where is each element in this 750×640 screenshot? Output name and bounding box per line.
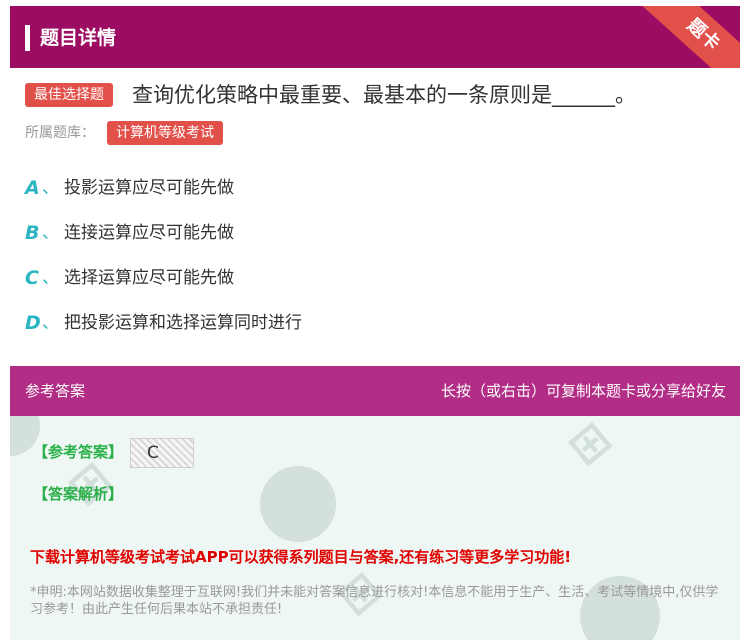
question-type-badge: 最佳选择题 bbox=[25, 83, 113, 107]
option-text: 把投影运算和选择运算同时进行 bbox=[64, 313, 302, 333]
share-hint: 长按（或右击）可复制本题卡或分享给好友 bbox=[440, 382, 726, 400]
option-separator: 、 bbox=[42, 178, 59, 198]
question-text: 查询优化策略中最重要、最基本的一条原则是______。 bbox=[132, 83, 636, 107]
analysis-label: 【答案解析】 bbox=[33, 485, 124, 503]
answer-header: 参考答案 长按（或右击）可复制本题卡或分享给好友 bbox=[10, 366, 740, 416]
option-text: 选择运算应尽可能先做 bbox=[64, 268, 234, 288]
option-separator: 、 bbox=[42, 268, 59, 288]
options-list: A 、 投影运算应尽可能先做 B 、 连接运算应尽可能先做 C 、 选择运算应尽… bbox=[25, 172, 725, 352]
option-separator: 、 bbox=[42, 313, 59, 333]
header-accent-bar bbox=[25, 25, 30, 51]
option-a[interactable]: A 、 投影运算应尽可能先做 bbox=[25, 172, 725, 217]
watermark-logo-icon bbox=[260, 466, 336, 542]
option-letter: A bbox=[25, 177, 40, 199]
option-letter: C bbox=[25, 267, 39, 289]
answer-section-title: 参考答案 bbox=[25, 382, 86, 400]
question-block: 最佳选择题 查询优化策略中最重要、最基本的一条原则是______。 bbox=[25, 80, 740, 110]
card-ribbon[interactable]: 题卡 bbox=[634, 6, 740, 68]
detail-header: 题目详情 题卡 bbox=[10, 6, 740, 68]
bank-link[interactable]: 计算机等级考试 bbox=[107, 121, 223, 145]
disclaimer-text: *申明:本网站数据收集整理于互联网!我们并未能对答案信息进行核对!本信息不能用于… bbox=[30, 585, 719, 617]
option-c[interactable]: C 、 选择运算应尽可能先做 bbox=[25, 262, 725, 307]
option-text: 连接运算应尽可能先做 bbox=[64, 223, 234, 243]
bank-label: 所属题库： bbox=[25, 125, 95, 141]
page-title: 题目详情 bbox=[40, 27, 117, 49]
reference-answer-label: 【参考答案】 bbox=[33, 443, 124, 461]
watermark-glyph-icon: ⊞ bbox=[557, 416, 622, 477]
option-separator: 、 bbox=[42, 223, 59, 243]
option-letter: B bbox=[25, 222, 40, 244]
option-d[interactable]: D 、 把投影运算和选择运算同时进行 bbox=[25, 307, 725, 352]
app-promo-link[interactable]: 下载计算机等级考试考试APP可以获得系列题目与答案,还有练习等更多学习功能! bbox=[30, 546, 571, 568]
reference-answer-image: C bbox=[130, 438, 194, 468]
option-text: 投影运算应尽可能先做 bbox=[64, 178, 234, 198]
answer-body: ⊞ ⊞ ⊞ 【参考答案】 C 【答案解析】 下载计算机等级考试考试APP可以获得… bbox=[10, 416, 740, 640]
option-b[interactable]: B 、 连接运算应尽可能先做 bbox=[25, 217, 725, 262]
option-letter: D bbox=[25, 312, 41, 334]
